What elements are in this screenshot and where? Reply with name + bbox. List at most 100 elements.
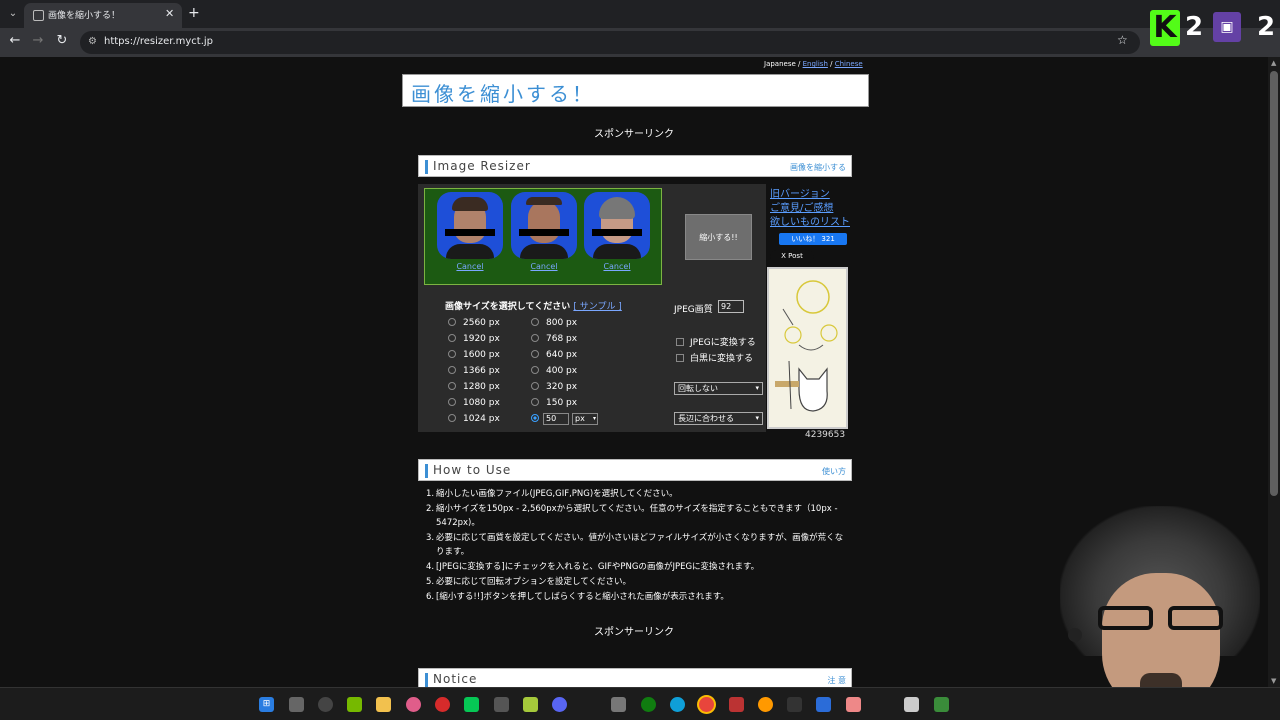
side-links: 旧バージョン ご意見/ご感想 欲しいものリスト	[770, 188, 850, 230]
sponsor-label: スポンサーリンク	[594, 129, 674, 140]
site-info-icon[interactable]: ⚙	[88, 36, 97, 47]
browser-tab[interactable]: 画像を縮小する！ ✕	[24, 3, 182, 28]
browser-toolbar: ← → ↻ ⚙ https://resizer.myct.jp ☆	[0, 28, 1280, 57]
app-icon[interactable]	[846, 697, 861, 712]
size-option[interactable]: 320 px	[531, 382, 577, 392]
size-option[interactable]: 1366 px	[448, 366, 500, 376]
app-icon[interactable]	[816, 697, 831, 712]
tab-search-icon[interactable]: ⌄	[4, 5, 22, 23]
notice-link[interactable]: 注 意	[827, 675, 846, 686]
jpeg-quality-input[interactable]: 92	[718, 300, 744, 313]
lang-japanese[interactable]: Japanese	[764, 60, 796, 68]
app-icon[interactable]	[758, 697, 773, 712]
thumbnail-image	[511, 192, 577, 259]
nvidia-icon[interactable]	[347, 697, 362, 712]
size-option[interactable]: 1024 px	[448, 414, 500, 424]
app-icon[interactable]	[787, 697, 802, 712]
uploaded-thumbnails: Cancel Cancel Cancel	[424, 188, 662, 285]
cat-illustration-ad[interactable]	[767, 267, 848, 429]
section-title: Image Resizer	[433, 159, 531, 173]
size-option[interactable]: 400 px	[531, 366, 577, 376]
size-option[interactable]: 2560 px	[448, 318, 500, 328]
size-option[interactable]: 1920 px	[448, 334, 500, 344]
section-accent	[425, 673, 428, 687]
jpeg-quality-label: JPEG画質	[674, 305, 713, 315]
site-logo[interactable]: 画像を縮小する！	[402, 74, 869, 107]
tab-close-icon[interactable]: ✕	[165, 7, 174, 20]
chrome-icon[interactable]	[699, 697, 714, 712]
size-option[interactable]: 1280 px	[448, 382, 500, 392]
app-icon[interactable]	[494, 697, 509, 712]
convert-jpeg-checkbox[interactable]: JPEGに変換する	[676, 335, 756, 348]
record-icon[interactable]	[435, 697, 450, 712]
thumbnail-image	[584, 192, 650, 259]
line-icon[interactable]	[464, 697, 479, 712]
size-option[interactable]: 768 px	[531, 334, 577, 344]
url-text[interactable]: https://resizer.myct.jp	[104, 36, 213, 47]
app-icon[interactable]	[611, 697, 626, 712]
edge-icon[interactable]	[670, 697, 685, 712]
new-tab-button[interactable]: +	[188, 5, 200, 21]
thumbnail-image	[437, 192, 503, 259]
app-icon[interactable]	[934, 697, 949, 712]
custom-size-input[interactable]: 50	[543, 413, 569, 425]
size-option[interactable]: 1080 px	[448, 398, 500, 408]
cancel-link[interactable]: Cancel	[511, 262, 577, 271]
facebook-like-button[interactable]: いいね！ 321	[779, 233, 847, 245]
back-icon[interactable]: ←	[6, 33, 24, 48]
scroll-up-icon[interactable]: ▲	[1271, 59, 1276, 67]
scroll-down-icon[interactable]: ▼	[1271, 677, 1276, 685]
tab-favicon-icon	[33, 10, 44, 21]
options-panel: JPEG画質 92 JPEGに変換する 白黒に変換する 回転しない ▾ 長辺に合わ…	[670, 184, 766, 432]
cancel-link[interactable]: Cancel	[437, 262, 503, 271]
scrollbar-thumb[interactable]	[1270, 71, 1278, 496]
app-icon[interactable]	[406, 697, 421, 712]
x-post-button[interactable]: X Post	[770, 250, 814, 263]
page-scrollbar[interactable]: ▲ ▼	[1268, 57, 1280, 687]
unit-select[interactable]: px ▾	[572, 413, 598, 425]
size-option[interactable]: 640 px	[531, 350, 577, 360]
fit-select[interactable]: 長辺に合わせる ▾	[674, 412, 763, 425]
list-item: 1. 縮小したい画像ファイル(JPEG,GIF,PNG)を選択してください。	[426, 489, 678, 499]
convert-bw-checkbox[interactable]: 白黒に変換する	[676, 351, 753, 364]
app-icon[interactable]	[523, 697, 538, 712]
section-title: Notice	[433, 672, 478, 686]
address-bar[interactable]: ⚙ https://resizer.myct.jp	[80, 31, 1140, 54]
size-option[interactable]: 150 px	[531, 398, 577, 408]
discord-icon[interactable]	[552, 697, 567, 712]
size-option[interactable]: 1600 px	[448, 350, 500, 360]
task-view-icon[interactable]	[289, 697, 304, 712]
app-icon[interactable]	[318, 697, 333, 712]
tab-title: 画像を縮小する！	[48, 11, 121, 21]
sample-link[interactable]: [ サンプル ]	[573, 302, 621, 312]
old-version-link[interactable]: 旧バージョン	[770, 188, 850, 202]
kick-logo-icon: K	[1150, 10, 1180, 46]
taskbar: ⊞	[0, 687, 1280, 720]
twitch-logo-icon: ▣	[1213, 12, 1241, 42]
lang-english-link[interactable]: English	[803, 60, 828, 68]
lang-separator: /	[795, 60, 803, 68]
resizer-link[interactable]: 画像を縮小する	[790, 162, 846, 173]
file-explorer-icon[interactable]	[376, 697, 391, 712]
wishlist-link[interactable]: 欲しいものリスト	[770, 216, 850, 230]
twitch-viewer-count: 2	[1257, 12, 1276, 42]
section-accent	[425, 464, 428, 478]
bookmark-star-icon[interactable]: ☆	[1117, 33, 1128, 47]
lang-separator: /	[827, 60, 835, 68]
lang-chinese-link[interactable]: Chinese	[835, 60, 863, 68]
size-option[interactable]: 800 px	[531, 318, 577, 328]
list-item: 5. 必要に応じて回転オプションを設定してください。	[426, 577, 631, 587]
app-icon[interactable]	[904, 697, 919, 712]
tab-bar: ⌄ 画像を縮小する！ ✕ +	[0, 0, 1280, 28]
windows-start-icon[interactable]: ⊞	[259, 697, 274, 712]
reload-icon[interactable]: ↻	[53, 33, 71, 48]
app-icon[interactable]	[729, 697, 744, 712]
rotate-select[interactable]: 回転しない ▾	[674, 382, 763, 395]
forward-icon[interactable]: →	[29, 33, 47, 48]
kick-viewer-count: 2	[1185, 12, 1204, 42]
list-item: 6. [縮小する!!]ボタンを押してしばらくすると縮小された画像が表示されます。	[426, 592, 729, 602]
cancel-link[interactable]: Cancel	[584, 262, 650, 271]
xbox-icon[interactable]	[641, 697, 656, 712]
feedback-link[interactable]: ご意見/ご感想	[770, 202, 850, 216]
howto-link[interactable]: 使い方	[822, 466, 846, 477]
